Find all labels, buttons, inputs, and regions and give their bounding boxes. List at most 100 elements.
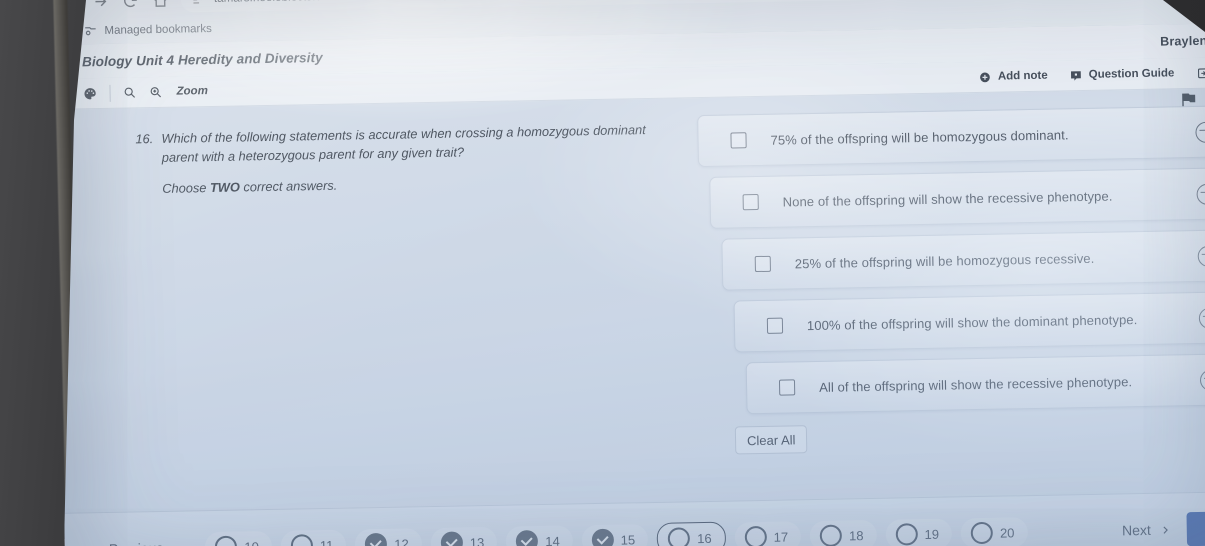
chevron-right-icon xyxy=(1163,526,1168,534)
question-chip-20[interactable]: 20 xyxy=(960,517,1028,546)
question-text: 16. Which of the following statements is… xyxy=(135,119,681,198)
question-chip-number: 20 xyxy=(999,524,1015,541)
question-status-icon xyxy=(667,527,691,546)
question-chip-12[interactable]: 12 xyxy=(355,528,423,546)
strikethrough-icon[interactable] xyxy=(1195,121,1205,143)
photo-of-laptop-screen: tamars.hooloblects.com/aware2/onlinetest… xyxy=(0,0,1205,546)
answer-checkbox[interactable] xyxy=(742,193,759,211)
question-chip-number: 14 xyxy=(545,533,560,546)
color-palette-icon[interactable] xyxy=(82,86,97,101)
strikethrough-icon[interactable] xyxy=(1199,369,1205,391)
answer-options-list: 75% of the offspring will be homozygous … xyxy=(697,104,1205,425)
address-bar-url: tamars.hooloblects.com/aware2/onlinetest… xyxy=(214,0,750,5)
question-chip-19[interactable]: 19 xyxy=(885,518,953,546)
question-chip-15[interactable]: 15 xyxy=(581,524,649,546)
answer-option[interactable]: 75% of the offspring will be homozygous … xyxy=(697,104,1205,168)
clear-all-label: Clear All xyxy=(746,431,796,448)
page-info-icon xyxy=(193,0,200,4)
toolbar-left-group: Zoom xyxy=(82,83,208,102)
test-title: Biology Unit 4 Heredity and Diversity xyxy=(81,49,323,69)
question-chip-number: 17 xyxy=(773,529,789,545)
exit-test-icon xyxy=(1197,67,1205,78)
instruction-post: correct answers. xyxy=(239,177,338,195)
question-status-icon xyxy=(970,521,994,545)
question-chip-13[interactable]: 13 xyxy=(430,526,498,546)
exit-test-button[interactable]: Exit Test xyxy=(1196,65,1205,79)
reload-icon[interactable] xyxy=(115,0,146,16)
answer-option[interactable]: 100% of the offspring will show the domi… xyxy=(733,290,1205,353)
question-chip-number: 18 xyxy=(848,527,864,543)
strikethrough-icon[interactable] xyxy=(1198,307,1205,329)
flag-icon xyxy=(1182,93,1196,107)
clear-all-button[interactable]: Clear All xyxy=(734,425,808,455)
question-status-icon xyxy=(440,531,463,546)
zoom-label: Zoom xyxy=(176,85,208,98)
instruction-pre: Choose xyxy=(162,180,211,196)
question-guide-label: Question Guide xyxy=(1088,67,1175,81)
question-chip-number: 10 xyxy=(244,539,259,546)
answer-option-label: All of the offspring will show the reces… xyxy=(818,373,1133,395)
answer-option-label: 75% of the offspring will be homozygous … xyxy=(770,126,1069,148)
question-prompt: Which of the following statements is acc… xyxy=(161,122,646,165)
add-note-label: Add note xyxy=(997,69,1048,83)
instruction-bold: TWO xyxy=(209,179,241,196)
next-button[interactable]: Next xyxy=(1122,521,1171,538)
question-chip-number: 19 xyxy=(924,526,940,542)
next-label: Next xyxy=(1121,521,1152,539)
managed-bookmarks-icon xyxy=(85,27,96,36)
add-note-button[interactable]: Add note xyxy=(979,69,1048,83)
question-body: 16. Which of the following statements is… xyxy=(64,87,1205,546)
question-instruction: Choose TWO correct answers. xyxy=(136,169,681,198)
toolbar-divider xyxy=(109,84,111,102)
forward-icon[interactable] xyxy=(85,0,116,16)
add-note-icon xyxy=(980,71,991,82)
question-guide-icon xyxy=(1071,70,1082,81)
toolbar-right-group: Add note Question Guide Exit Test xyxy=(979,65,1205,83)
question-status-icon xyxy=(895,523,918,546)
screen-content: tamars.hooloblects.com/aware2/onlinetest… xyxy=(64,0,1205,546)
question-chip-number: 16 xyxy=(697,530,712,546)
answer-checkbox[interactable] xyxy=(766,317,784,334)
previous-button[interactable]: Previous xyxy=(89,540,164,546)
laptop-screen-area: tamars.hooloblects.com/aware2/onlinetest… xyxy=(64,0,1205,546)
question-number: 16. xyxy=(135,131,154,147)
question-chip-number: 13 xyxy=(469,534,485,546)
question-status-icon xyxy=(215,535,238,546)
question-status-icon xyxy=(591,528,614,546)
answer-checkbox[interactable] xyxy=(730,132,747,149)
review-button[interactable]: Review xyxy=(1186,510,1205,546)
question-chip-list: 10 11 12 13 14 15 16 17 18 19 20 xyxy=(205,516,1028,546)
strikethrough-icon[interactable] xyxy=(1196,183,1205,205)
previous-label: Previous xyxy=(109,540,164,546)
answer-checkbox[interactable] xyxy=(754,255,771,273)
zoom-in-icon[interactable] xyxy=(148,85,162,99)
managed-bookmarks-label[interactable]: Managed bookmarks xyxy=(104,23,212,37)
question-guide-button[interactable]: Question Guide xyxy=(1070,67,1175,82)
question-status-icon xyxy=(365,532,388,546)
home-icon[interactable] xyxy=(145,0,176,15)
answer-option[interactable]: All of the offspring will show the reces… xyxy=(745,352,1205,415)
answer-option-label: 25% of the offspring will be homozygous … xyxy=(794,250,1095,271)
question-status-icon xyxy=(290,534,314,546)
question-chip-16[interactable]: 16 xyxy=(656,521,726,546)
question-chip-17[interactable]: 17 xyxy=(734,521,802,546)
question-status-icon xyxy=(744,525,767,546)
next-group: Next Review xyxy=(1122,510,1205,546)
answer-option-label: None of the offspring will show the rece… xyxy=(782,188,1113,210)
answer-checkbox[interactable] xyxy=(778,379,796,396)
student-name: Braylen Spencer xyxy=(1160,33,1205,49)
question-chip-10[interactable]: 10 xyxy=(205,530,273,546)
question-status-icon xyxy=(819,524,843,546)
question-chip-number: 12 xyxy=(394,535,409,546)
question-chip-number: 11 xyxy=(319,537,334,546)
question-chip-number: 15 xyxy=(620,531,636,546)
question-chip-14[interactable]: 14 xyxy=(505,525,573,546)
question-status-icon xyxy=(516,530,539,546)
zoom-out-icon[interactable] xyxy=(122,85,136,99)
answer-option[interactable]: None of the offspring will show the rece… xyxy=(709,166,1205,229)
answer-option[interactable]: 25% of the offspring will be homozygous … xyxy=(721,228,1205,291)
question-chip-18[interactable]: 18 xyxy=(809,519,877,546)
strikethrough-icon[interactable] xyxy=(1197,245,1205,267)
answer-option-label: 100% of the offspring will show the domi… xyxy=(806,311,1138,333)
question-chip-11[interactable]: 11 xyxy=(280,529,347,546)
